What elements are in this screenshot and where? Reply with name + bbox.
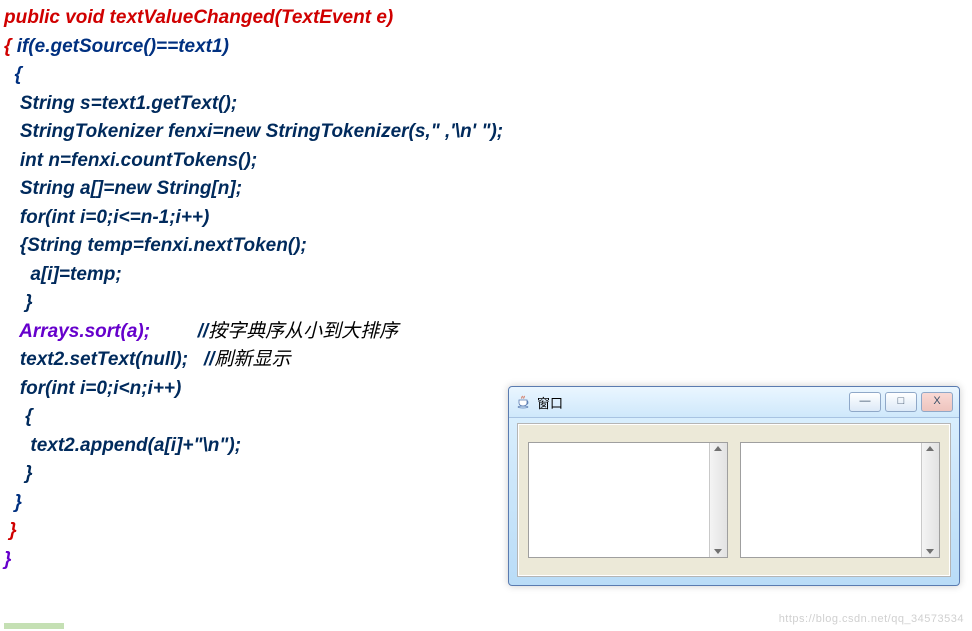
maximize-button[interactable]: □ [885,392,917,412]
textarea-1-wrap [528,442,728,558]
code-line: text2.setText(null); [4,349,188,370]
code-line: } [4,463,33,484]
code-line: } [4,520,17,541]
code-line: } [4,492,22,513]
code-line: a[i]=temp; [4,264,122,285]
code-line: StringTokenizer fenxi=new StringTokenize… [4,121,503,142]
code-line: { [4,36,17,57]
window-body [517,423,951,577]
code-line: int n=fenxi.countTokens(); [4,150,257,171]
code-line: String s=text1.getText(); [4,93,237,114]
code-line: } [4,292,33,313]
code-line: {String temp=fenxi.nextToken(); [4,235,307,256]
decoration-bar [4,623,64,629]
window-title: 窗口 [537,393,845,412]
code-line: String a[]=new String[n]; [4,178,242,199]
code-line: } [4,549,11,570]
code-line: text2.append(a[i]+"\n"); [4,435,241,456]
code-line: Arrays.sort(a); [4,321,150,342]
code-comment: 刷新显示 [214,349,290,370]
code-line: public void textValueChanged(TextEvent e… [4,7,393,28]
code-line: for(int i=0;i<n;i++) [4,378,181,399]
code-line: // [150,321,208,342]
textarea-1[interactable] [529,443,709,557]
code-line: if(e.getSource()==text1) [17,36,229,57]
code-line: { [4,406,33,427]
scrollbar-2[interactable] [921,443,939,557]
window-titlebar[interactable]: 窗口 — □ X [509,387,959,418]
textarea-2[interactable] [741,443,921,557]
minimize-button[interactable]: — [849,392,881,412]
code-line: for(int i=0;i<=n-1;i++) [4,207,209,228]
code-line: // [188,349,214,370]
close-button[interactable]: X [921,392,953,412]
watermark: https://blog.csdn.net/qq_34573534 [779,613,964,625]
code-comment: 按字典序从小到大排序 [208,321,398,342]
java-window: 窗口 — □ X [508,386,960,586]
textarea-2-wrap [740,442,940,558]
code-line: { [4,64,22,85]
java-cup-icon [515,394,531,410]
scrollbar-1[interactable] [709,443,727,557]
